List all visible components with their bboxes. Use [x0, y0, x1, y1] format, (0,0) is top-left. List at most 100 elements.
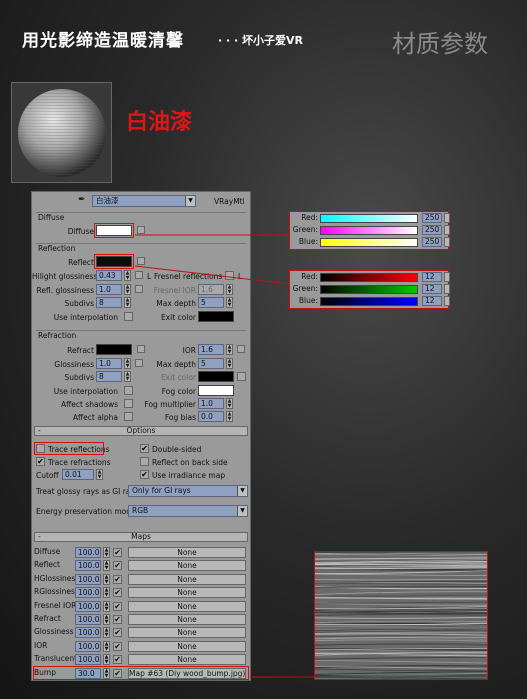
refr-use-interp-checkbox[interactable]	[124, 386, 133, 395]
hilight-map-button[interactable]	[135, 271, 143, 279]
diffuse-red-spinner[interactable]	[444, 213, 450, 223]
fog-bias-input[interactable]: 0.0	[198, 411, 224, 422]
map-slot-button[interactable]: None	[128, 547, 246, 558]
chevron-down-icon[interactable]: ▼	[185, 196, 195, 206]
fresnel-ior-input[interactable]: 1.6	[198, 284, 224, 295]
map-row-amount-spinner[interactable]: ▲ ▼	[103, 640, 110, 652]
map-row-amount-spinner[interactable]: ▲ ▼	[103, 587, 110, 599]
reflect-green-value[interactable]: 12	[422, 284, 442, 294]
fog-multiplier-input[interactable]: 1.0	[198, 398, 224, 409]
max-depth-input[interactable]: 5	[198, 297, 224, 308]
cutoff-spinner[interactable]: ▲ ▼	[96, 469, 103, 480]
map-row-amount-input[interactable]: 100.0	[75, 627, 101, 639]
map-slot-button[interactable]: None	[128, 560, 246, 572]
diffuse-blue-value[interactable]: 250	[422, 237, 442, 247]
maps-collapse-icon[interactable]: -	[38, 533, 41, 541]
map-row-amount-spinner[interactable]: ▲ ▼	[103, 627, 110, 639]
use-interpolation-checkbox[interactable]	[124, 312, 133, 321]
map-row-amount-input[interactable]: 100.0	[75, 654, 101, 666]
trace-refractions-checkbox[interactable]: ✔	[36, 457, 45, 466]
hilight-glossiness-input[interactable]: 0.43	[96, 270, 122, 281]
refl-glossiness-spinner[interactable]: ▲ ▼	[124, 284, 131, 295]
ior-spinner[interactable]: ▲ ▼	[226, 344, 233, 355]
map-row-amount-input[interactable]: 100.0	[75, 614, 101, 625]
map-row-enable-checkbox[interactable]: ✔	[113, 561, 122, 571]
map-slot-button[interactable]: None	[128, 587, 246, 599]
map-row-enable-checkbox[interactable]: ✔	[113, 641, 122, 651]
eyedropper-icon[interactable]: ✒	[78, 195, 86, 205]
fresnel-lock-label[interactable]: L	[238, 272, 242, 281]
refr-max-depth-input[interactable]: 5	[198, 358, 224, 369]
map-row-enable-checkbox[interactable]: ✔	[113, 588, 122, 598]
refr-subdivs-input[interactable]: 8	[96, 371, 122, 382]
subdivs-input[interactable]: 8	[96, 297, 122, 308]
reflect-green-spinner[interactable]	[444, 284, 450, 294]
ior-map-button[interactable]	[237, 345, 245, 353]
glossiness-input[interactable]: 1.0	[96, 358, 122, 369]
map-row-enable-checkbox[interactable]: ✔	[113, 655, 122, 665]
affect-shadows-checkbox[interactable]	[124, 399, 133, 408]
refr-exit-color-checkbox[interactable]	[237, 372, 246, 381]
maps-rollout-header[interactable]: - Maps	[34, 532, 248, 542]
reflect-red-value[interactable]: 12	[422, 272, 442, 282]
map-row-amount-input[interactable]: 100.0	[75, 600, 101, 612]
map-slot-button[interactable]: None	[128, 627, 246, 639]
diffuse-map-button[interactable]	[137, 226, 145, 234]
map-row-amount-spinner[interactable]: ▲ ▼	[103, 600, 110, 612]
reflect-map-button[interactable]	[137, 257, 145, 265]
energy-preservation-dropdown[interactable]: RGB ▼	[128, 505, 248, 517]
reflect-blue-slider[interactable]	[320, 297, 418, 306]
reflect-green-slider[interactable]	[320, 285, 418, 294]
reflect-blue-value[interactable]: 12	[422, 296, 442, 306]
map-row-amount-spinner[interactable]: ▲ ▼	[103, 614, 110, 625]
map-slot-button[interactable]: None	[128, 640, 246, 652]
options-collapse-icon[interactable]: -	[38, 427, 41, 435]
refract-color-swatch[interactable]	[96, 344, 132, 355]
subdivs-spinner[interactable]: ▲ ▼	[124, 297, 131, 308]
fog-bias-spinner[interactable]: ▲ ▼	[226, 411, 233, 422]
chevron-down-icon[interactable]: ▼	[237, 506, 247, 516]
map-row-enable-checkbox[interactable]: ✔	[113, 574, 122, 584]
diffuse-blue-slider[interactable]	[320, 238, 418, 247]
diffuse-red-value[interactable]: 250	[422, 213, 442, 223]
refr-max-depth-spinner[interactable]: ▲ ▼	[226, 358, 233, 369]
use-irradiance-map-checkbox[interactable]: ✔	[140, 470, 149, 479]
reflect-red-slider[interactable]	[320, 273, 418, 282]
reflect-blue-spinner[interactable]	[444, 296, 450, 306]
diffuse-green-spinner[interactable]	[444, 225, 450, 235]
map-row-amount-input[interactable]: 100.0	[75, 560, 101, 572]
fog-multiplier-spinner[interactable]: ▲ ▼	[226, 398, 233, 409]
reflect-red-spinner[interactable]	[444, 272, 450, 282]
fresnel-reflections-checkbox[interactable]	[225, 271, 234, 280]
double-sided-checkbox[interactable]: ✔	[140, 444, 149, 453]
map-row-amount-input[interactable]: 100.0	[75, 547, 101, 558]
map-slot-button[interactable]: None	[128, 614, 246, 625]
map-row-amount-spinner[interactable]: ▲ ▼	[103, 560, 110, 572]
map-row-amount-input[interactable]: 100.0	[75, 587, 101, 599]
map-row-enable-checkbox[interactable]: ✔	[113, 601, 122, 611]
refr-subdivs-spinner[interactable]: ▲ ▼	[124, 371, 131, 382]
material-name-dropdown[interactable]: 白油漆 ▼	[92, 195, 196, 207]
diffuse-red-slider[interactable]	[320, 214, 418, 223]
map-row-amount-spinner[interactable]: ▲ ▼	[103, 573, 110, 585]
map-slot-button[interactable]: None	[128, 573, 246, 585]
map-slot-button[interactable]: None	[128, 600, 246, 612]
refl-glossiness-input[interactable]: 1.0	[96, 284, 122, 295]
fresnel-ior-spinner[interactable]: ▲ ▼	[226, 284, 233, 295]
glossy-rays-dropdown[interactable]: Only for GI rays ▼	[128, 485, 248, 497]
cutoff-input[interactable]: 0.01	[62, 469, 94, 480]
fog-color-swatch[interactable]	[198, 385, 234, 396]
map-row-amount-spinner[interactable]: ▲ ▼	[103, 654, 110, 666]
map-slot-button[interactable]: None	[128, 654, 246, 666]
map-row-enable-checkbox[interactable]: ✔	[113, 548, 122, 557]
hilight-glossiness-spinner[interactable]: ▲ ▼	[124, 270, 131, 281]
map-row-enable-checkbox[interactable]: ✔	[113, 628, 122, 638]
material-type-label[interactable]: VRayMtl	[214, 197, 245, 206]
chevron-down-icon[interactable]: ▼	[237, 486, 247, 496]
reflect-back-side-checkbox[interactable]	[140, 457, 149, 466]
map-row-enable-checkbox[interactable]: ✔	[113, 615, 122, 624]
diffuse-green-value[interactable]: 250	[422, 225, 442, 235]
diffuse-green-slider[interactable]	[320, 226, 418, 235]
map-row-amount-input[interactable]: 100.0	[75, 640, 101, 652]
map-row-amount-spinner[interactable]: ▲ ▼	[103, 547, 110, 558]
